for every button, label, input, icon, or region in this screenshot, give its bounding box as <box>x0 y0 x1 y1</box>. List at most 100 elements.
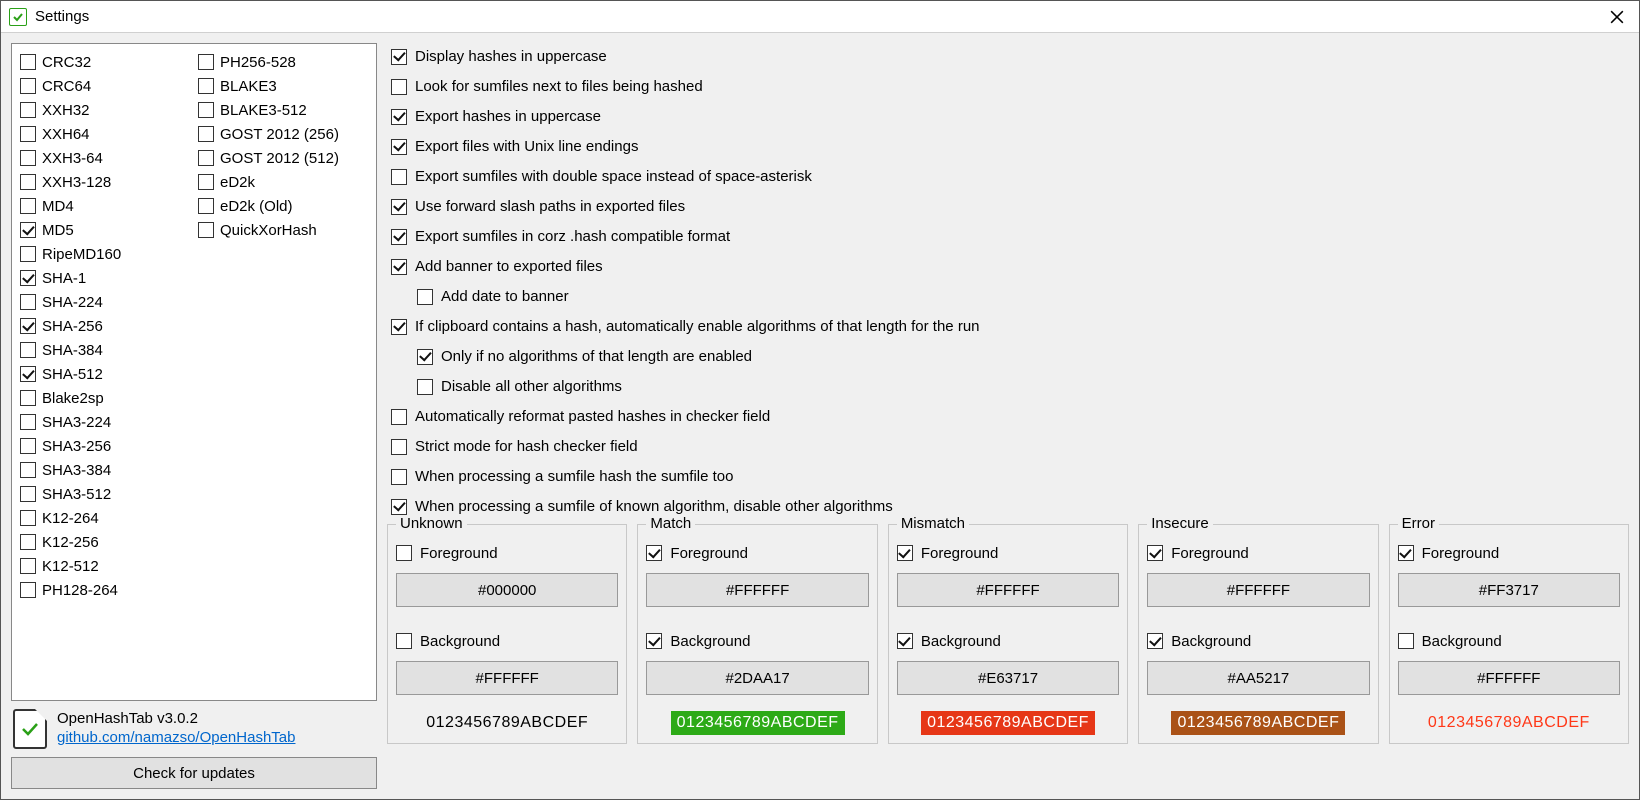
algorithm-item: K12-264 <box>20 506 190 530</box>
foreground-color-button[interactable]: #FF3717 <box>1398 573 1620 607</box>
algorithm-item: SHA3-384 <box>20 458 190 482</box>
algorithm-checkbox[interactable] <box>20 414 36 430</box>
algorithm-checkbox[interactable] <box>20 150 36 166</box>
algorithm-checkbox[interactable] <box>20 486 36 502</box>
option-checkbox[interactable] <box>391 319 407 335</box>
algorithm-checkbox[interactable] <box>20 438 36 454</box>
foreground-checkbox[interactable] <box>897 545 913 561</box>
option-checkbox[interactable] <box>391 199 407 215</box>
option-checkbox[interactable] <box>391 409 407 425</box>
right-column: Display hashes in uppercaseLook for sumf… <box>387 43 1629 789</box>
algorithm-checkbox[interactable] <box>20 294 36 310</box>
algorithm-label: PH128-264 <box>42 582 118 599</box>
algorithm-item: SHA3-512 <box>20 482 190 506</box>
option-label: Only if no algorithms of that length are… <box>441 348 752 365</box>
option-checkbox[interactable] <box>417 379 433 395</box>
algorithm-checkbox[interactable] <box>20 342 36 358</box>
option-row: Look for sumfiles next to files being ha… <box>391 73 1625 100</box>
algorithm-checkbox[interactable] <box>198 174 214 190</box>
option-row: Add date to banner <box>417 283 1625 310</box>
algorithm-checkbox[interactable] <box>198 150 214 166</box>
algorithm-item: XXH32 <box>20 98 190 122</box>
background-color-button[interactable]: #FFFFFF <box>1398 661 1620 695</box>
option-checkbox[interactable] <box>391 49 407 65</box>
algorithm-checkbox[interactable] <box>20 246 36 262</box>
option-row: Strict mode for hash checker field <box>391 433 1625 460</box>
background-row: Background <box>1398 629 1620 653</box>
algorithm-item: K12-512 <box>20 554 190 578</box>
algorithm-checkbox[interactable] <box>20 462 36 478</box>
algorithm-checkbox[interactable] <box>20 534 36 550</box>
background-color-button[interactable]: #E63717 <box>897 661 1119 695</box>
algorithm-label: BLAKE3-512 <box>220 102 307 119</box>
background-checkbox[interactable] <box>396 633 412 649</box>
check-updates-button[interactable]: Check for updates <box>11 757 377 789</box>
foreground-checkbox[interactable] <box>646 545 662 561</box>
foreground-checkbox[interactable] <box>1398 545 1414 561</box>
option-checkbox[interactable] <box>391 499 407 515</box>
algorithm-checkbox[interactable] <box>198 198 214 214</box>
background-checkbox[interactable] <box>1398 633 1414 649</box>
algorithm-checkbox[interactable] <box>20 54 36 70</box>
algorithm-checkbox[interactable] <box>20 390 36 406</box>
background-label: Background <box>921 633 1001 650</box>
algorithm-checkbox[interactable] <box>20 78 36 94</box>
sample-row: 0123456789ABCDEF <box>897 709 1119 737</box>
algorithm-label: XXH64 <box>42 126 90 143</box>
foreground-row: Foreground <box>396 541 618 565</box>
algorithm-list: CRC32CRC64XXH32XXH64XXH3-64XXH3-128MD4MD… <box>11 43 377 701</box>
left-column: CRC32CRC64XXH32XXH64XXH3-64XXH3-128MD4MD… <box>11 43 377 789</box>
option-checkbox[interactable] <box>391 439 407 455</box>
option-checkbox[interactable] <box>391 139 407 155</box>
algorithm-checkbox[interactable] <box>20 366 36 382</box>
color-group: MatchForeground#FFFFFFBackground#2DAA170… <box>637 524 877 744</box>
algorithm-checkbox[interactable] <box>20 126 36 142</box>
algorithm-checkbox[interactable] <box>198 78 214 94</box>
option-checkbox[interactable] <box>391 79 407 95</box>
background-color-button[interactable]: #AA5217 <box>1147 661 1369 695</box>
background-checkbox[interactable] <box>1147 633 1163 649</box>
foreground-color-button[interactable]: #FFFFFF <box>897 573 1119 607</box>
algorithm-label: SHA3-384 <box>42 462 111 479</box>
option-checkbox[interactable] <box>391 169 407 185</box>
background-color-button[interactable]: #FFFFFF <box>396 661 618 695</box>
foreground-color-button[interactable]: #000000 <box>396 573 618 607</box>
algorithm-checkbox[interactable] <box>20 558 36 574</box>
background-checkbox[interactable] <box>646 633 662 649</box>
option-checkbox[interactable] <box>391 229 407 245</box>
algorithm-label: SHA3-256 <box>42 438 111 455</box>
algorithm-checkbox[interactable] <box>20 318 36 334</box>
algorithm-checkbox[interactable] <box>198 102 214 118</box>
option-row: Only if no algorithms of that length are… <box>417 343 1625 370</box>
option-checkbox[interactable] <box>391 259 407 275</box>
algorithm-checkbox[interactable] <box>20 222 36 238</box>
option-checkbox[interactable] <box>417 349 433 365</box>
algorithm-checkbox[interactable] <box>20 582 36 598</box>
foreground-color-button[interactable]: #FFFFFF <box>646 573 868 607</box>
algorithm-checkbox[interactable] <box>198 54 214 70</box>
algorithm-item: GOST 2012 (256) <box>198 122 368 146</box>
algorithm-checkbox[interactable] <box>20 510 36 526</box>
algorithm-checkbox[interactable] <box>20 174 36 190</box>
close-button[interactable] <box>1603 3 1631 31</box>
color-group: MismatchForeground#FFFFFFBackground#E637… <box>888 524 1128 744</box>
algorithm-checkbox[interactable] <box>20 198 36 214</box>
foreground-checkbox[interactable] <box>396 545 412 561</box>
option-checkbox[interactable] <box>417 289 433 305</box>
foreground-row: Foreground <box>646 541 868 565</box>
algorithm-item: XXH3-64 <box>20 146 190 170</box>
algorithm-checkbox[interactable] <box>20 270 36 286</box>
repo-link[interactable]: github.com/namazso/OpenHashTab <box>57 729 295 748</box>
background-color-button[interactable]: #2DAA17 <box>646 661 868 695</box>
option-checkbox[interactable] <box>391 469 407 485</box>
option-checkbox[interactable] <box>391 109 407 125</box>
background-checkbox[interactable] <box>897 633 913 649</box>
algorithm-checkbox[interactable] <box>198 222 214 238</box>
color-group-title: Insecure <box>1147 515 1213 532</box>
algorithm-checkbox[interactable] <box>20 102 36 118</box>
algorithm-checkbox[interactable] <box>198 126 214 142</box>
foreground-checkbox[interactable] <box>1147 545 1163 561</box>
background-label: Background <box>1171 633 1251 650</box>
background-row: Background <box>396 629 618 653</box>
foreground-color-button[interactable]: #FFFFFF <box>1147 573 1369 607</box>
